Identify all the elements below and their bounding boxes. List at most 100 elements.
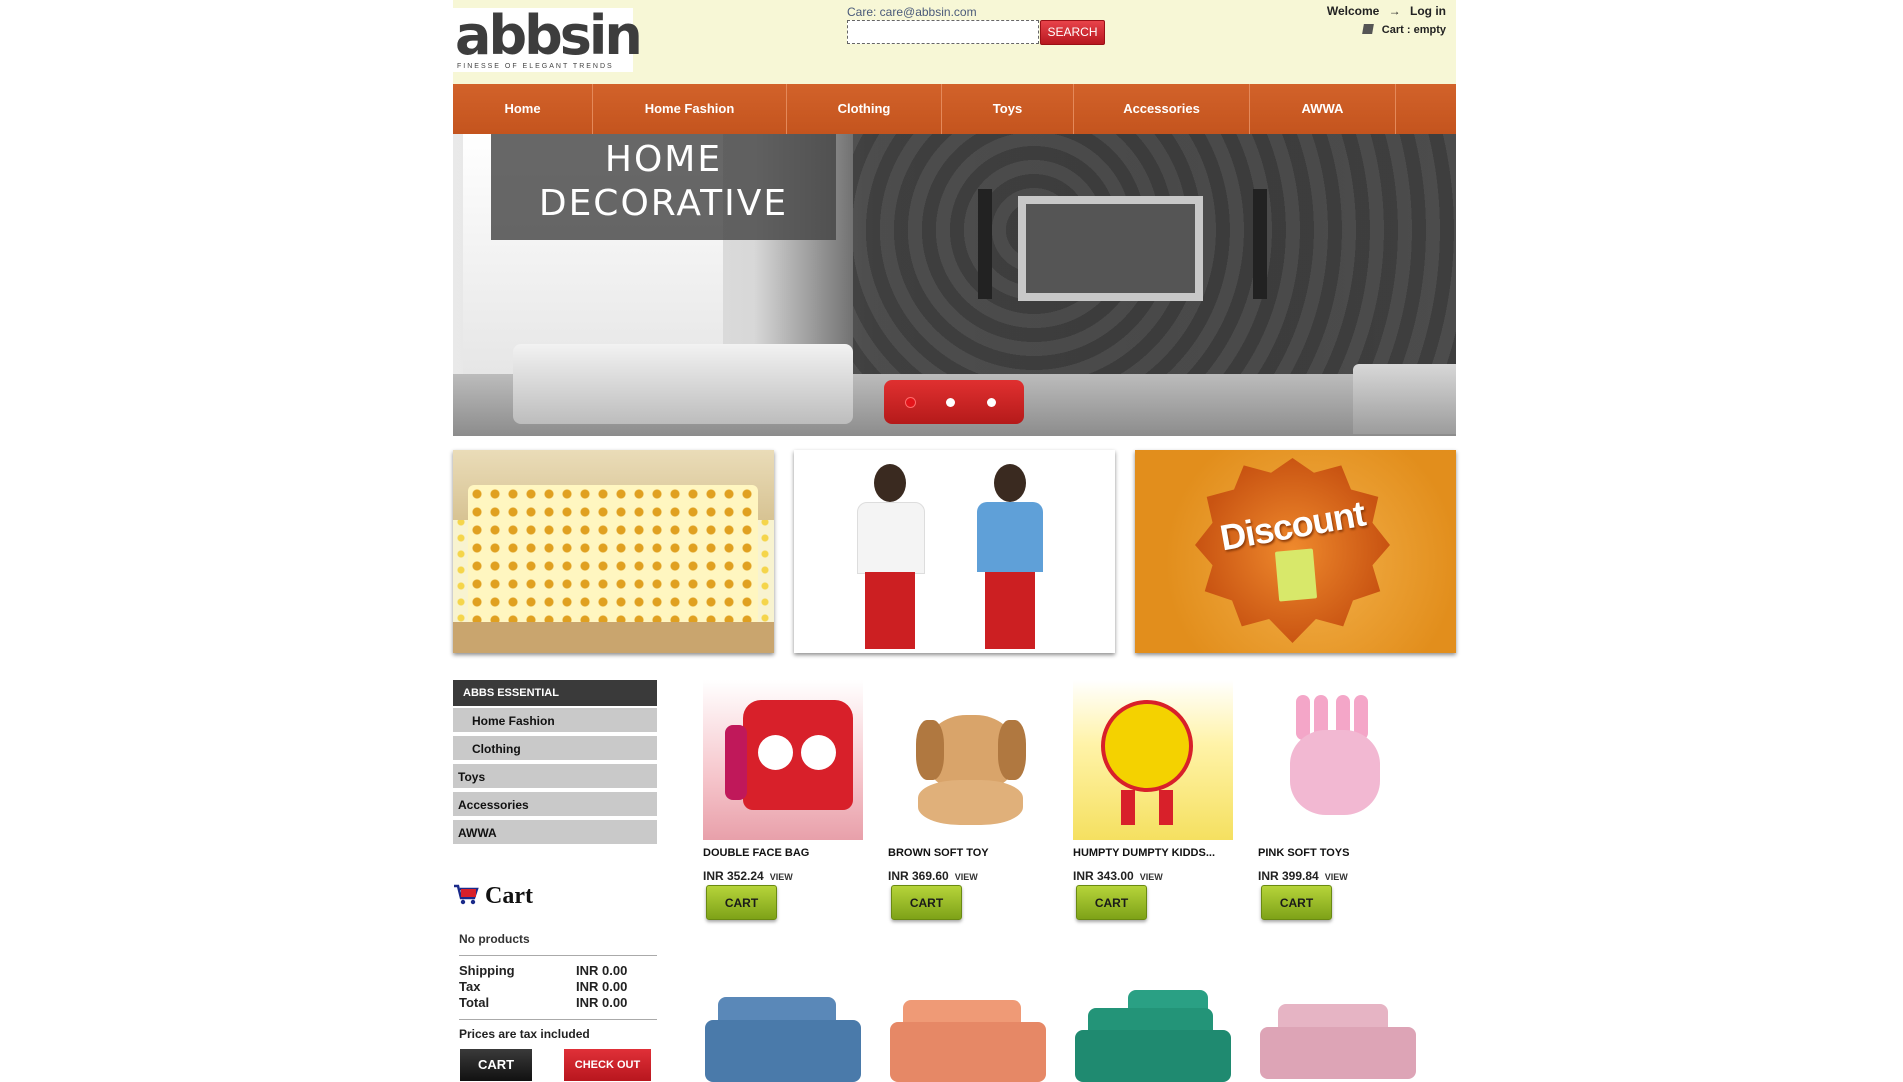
banner-clothing[interactable] [794, 450, 1115, 653]
pants-red [865, 572, 915, 649]
towel-stack [705, 1020, 861, 1082]
price-value: INR 352.24 [703, 869, 764, 883]
towel-stack [890, 1022, 1046, 1082]
model-1 [849, 464, 929, 649]
tax-value: INR 0.00 [576, 979, 628, 994]
logo[interactable]: abbsin FINESSE OF ELEGANT TRENDS [453, 4, 643, 72]
view-link[interactable]: VIEW [955, 872, 978, 882]
nav-item-home[interactable]: Home [453, 84, 593, 134]
product-image-double-face-bag[interactable] [703, 680, 863, 840]
slider-dot-3[interactable] [987, 398, 996, 407]
toy-leg-right [1159, 790, 1173, 825]
toy-leg-left [1121, 790, 1135, 825]
nav-item-home-fashion[interactable]: Home Fashion [593, 84, 787, 134]
login-link[interactable]: Log in [1410, 4, 1446, 18]
header-cart[interactable]: Cart : empty [1361, 24, 1446, 36]
slider-dot-1[interactable] [906, 398, 915, 407]
tshirt-white [857, 502, 925, 574]
search-button[interactable]: SEARCH [1040, 20, 1105, 45]
sidebar-item-clothing[interactable]: Clothing [453, 736, 657, 762]
product-image-towel-pink[interactable] [1258, 982, 1418, 1082]
hero-title-line2: DECORATIVE [538, 183, 789, 224]
hero-title-line1: HOME [604, 139, 723, 180]
product-image-humpty-dumpty[interactable] [1073, 680, 1233, 840]
pants-red [985, 572, 1035, 649]
bed-image [468, 485, 758, 625]
product-price: INR 399.84 VIEW [1258, 869, 1348, 883]
price-value: INR 369.60 [888, 869, 949, 883]
welcome-area: Welcome → Log in [1327, 4, 1446, 18]
cart-divider [459, 955, 657, 956]
search-input[interactable] [847, 20, 1039, 44]
product-name[interactable]: BROWN SOFT TOY [888, 847, 989, 859]
view-link[interactable]: VIEW [770, 872, 793, 882]
toy-paws [918, 780, 1023, 825]
banner-discount[interactable]: Discount [1135, 450, 1456, 653]
view-link[interactable]: VIEW [1325, 872, 1348, 882]
header-cart-label: Cart : [1381, 24, 1411, 36]
model-2 [969, 464, 1049, 649]
add-to-cart-button[interactable]: CART [1261, 885, 1332, 920]
shopping-bag-icon [1274, 548, 1318, 602]
slider-dot-2[interactable] [946, 398, 955, 407]
price-value: INR 343.00 [1073, 869, 1134, 883]
tv-image [1018, 196, 1203, 301]
speaker-right [1253, 189, 1267, 299]
toy-face [1101, 700, 1193, 792]
nav-item-clothing[interactable]: Clothing [787, 84, 942, 134]
cart-title: Cart [485, 883, 533, 909]
towel-stack [1075, 1030, 1231, 1082]
add-to-cart-button[interactable]: CART [891, 885, 962, 920]
product-name[interactable]: PINK SOFT TOYS [1258, 847, 1349, 859]
cart-tax-note: Prices are tax included [459, 1027, 590, 1041]
banner-bedsheet[interactable] [453, 450, 774, 653]
toy-body [1290, 730, 1380, 815]
cart-no-products: No products [459, 932, 530, 946]
logo-tagline: FINESSE OF ELEGANT TRENDS [457, 63, 614, 70]
add-to-cart-button[interactable]: CART [706, 885, 777, 920]
model-head [874, 464, 906, 502]
header-cart-status: empty [1413, 24, 1446, 36]
nav-item-awwa[interactable]: AWWA [1250, 84, 1396, 134]
cart-shipping-row: Shipping INR 0.00 [459, 963, 657, 978]
hero-title-box: HOME DECORATIVE [491, 134, 836, 240]
cart-divider [459, 1019, 657, 1020]
logo-text: abbsin [455, 4, 643, 67]
sidebar-item-awwa[interactable]: AWWA [453, 820, 657, 846]
add-to-cart-button[interactable]: CART [1076, 885, 1147, 920]
welcome-text: Welcome [1326, 4, 1380, 18]
sidebar-item-accessories[interactable]: Accessories [453, 792, 657, 818]
product-name[interactable]: DOUBLE FACE BAG [703, 847, 809, 859]
product-image-towel-green[interactable] [1073, 982, 1233, 1082]
page: abbsin FINESSE OF ELEGANT TRENDS Care: c… [453, 0, 1456, 1082]
product-name[interactable]: HUMPTY DUMPTY KIDDS... [1073, 847, 1215, 859]
sidebar-item-home-fashion[interactable]: Home Fashion [453, 708, 657, 734]
speaker-left [978, 189, 992, 299]
sofa-image [513, 344, 853, 424]
cart-button[interactable]: CART [460, 1049, 532, 1081]
hero-slider[interactable]: HOME DECORATIVE [453, 134, 1456, 436]
total-value: INR 0.00 [576, 995, 628, 1010]
nav-item-toys[interactable]: Toys [942, 84, 1074, 134]
product-image-towel-peach[interactable] [888, 982, 1048, 1082]
sidebar-item-toys[interactable]: Toys [453, 764, 657, 790]
total-label: Total [459, 995, 490, 1010]
care-email[interactable]: Care: care@abbsin.com [847, 5, 977, 19]
main-nav: Home Home Fashion Clothing Toys Accessor… [453, 84, 1456, 134]
hero-title: HOME DECORATIVE [491, 138, 836, 226]
product-price: INR 369.60 VIEW [888, 869, 978, 883]
shipping-value: INR 0.00 [576, 963, 628, 978]
checkout-button[interactable]: CHECK OUT [564, 1049, 651, 1081]
product-price: INR 343.00 VIEW [1073, 869, 1163, 883]
slider-pagination [884, 380, 1024, 424]
product-price: INR 352.24 VIEW [703, 869, 793, 883]
view-link[interactable]: VIEW [1140, 872, 1163, 882]
header: abbsin FINESSE OF ELEGANT TRENDS Care: c… [453, 0, 1456, 84]
sidebar-heading: ABBS ESSENTIAL [453, 680, 657, 706]
product-image-pink-soft-toys[interactable] [1258, 680, 1418, 840]
product-image-towel-blue[interactable] [703, 982, 863, 1082]
nav-item-accessories[interactable]: Accessories [1074, 84, 1250, 134]
tshirt-blue [977, 502, 1043, 572]
product-image-brown-soft-toy[interactable] [888, 680, 1048, 840]
model-head [994, 464, 1026, 502]
